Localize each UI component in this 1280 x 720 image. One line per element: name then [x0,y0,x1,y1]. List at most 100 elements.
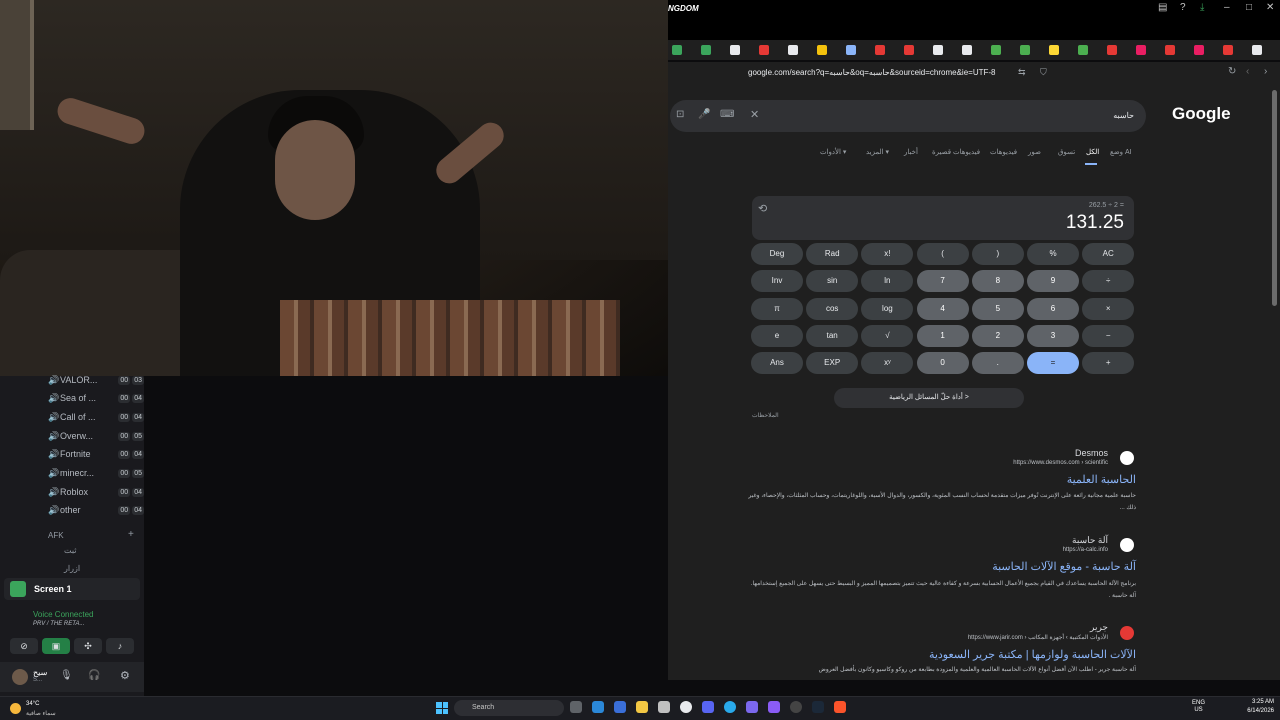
voice-channel[interactable]: 🔊 Roblox 00 04 [48,484,144,500]
voice-channel[interactable]: 🔊 Fortnite 00 04 [48,446,144,462]
calc-key[interactable]: . [971,352,1024,375]
bookmark-favicon-icon[interactable] [1136,45,1146,55]
voice-channel[interactable]: 🔊 minecr... 00 05 [48,465,144,481]
calc-key[interactable]: AC [1082,243,1135,265]
copilot-icon[interactable] [614,701,626,713]
task-view-icon[interactable] [570,701,582,713]
widgets-icon[interactable] [592,701,604,713]
bookmark-favicon-icon[interactable] [904,45,914,55]
voice-channel[interactable]: 🔊 other 00 04 [48,502,144,518]
bookmark-favicon-icon[interactable] [1194,45,1204,55]
tab-more[interactable]: المزيد ▾ [866,148,889,156]
help-icon[interactable]: ? [1180,2,1186,13]
calc-key[interactable]: + [1082,352,1135,375]
scrollbar[interactable] [1272,90,1277,306]
calc-key[interactable]: 7 [916,270,969,293]
calc-key[interactable]: cos [806,297,859,320]
tab-tools[interactable]: الأدوات ▾ [820,148,846,156]
telegram-icon[interactable] [724,701,736,713]
maximize-icon[interactable]: □ [1246,2,1252,13]
calc-key[interactable]: Deg [751,243,803,265]
search-query[interactable]: حاسبه [1113,111,1134,120]
voice-channel[interactable]: 🔊 Overw... 00 05 [48,428,144,444]
activities-button[interactable]: ✣ [74,638,102,654]
category-label[interactable]: AFK [48,531,64,540]
windows-start-icon[interactable] [436,702,448,714]
voice-channel[interactable]: 🔊 VALOR... 00 03 [48,372,144,388]
bookmark-favicon-icon[interactable] [962,45,972,55]
gem-icon[interactable] [768,701,780,713]
bookmark-favicon-icon[interactable] [759,45,769,55]
microphone-icon[interactable]: 🎙 [60,670,73,681]
headphones-icon[interactable]: 🎧 [88,670,100,681]
calc-key[interactable]: 0 [916,352,969,375]
bookmark-favicon-icon[interactable] [1107,45,1117,55]
tab-search-icon[interactable]: ▤ [1158,2,1167,13]
calc-key[interactable]: √ [861,324,914,347]
sub-channel[interactable]: ثبت [64,546,77,555]
settings-icon[interactable] [790,701,802,713]
calc-key[interactable]: − [1082,324,1135,347]
brave-icon[interactable] [834,701,846,713]
steam-icon[interactable] [812,701,824,713]
forward-icon[interactable]: › [1264,66,1267,77]
notepad-icon[interactable] [658,701,670,713]
calc-key[interactable]: = [1027,352,1079,375]
tab-images[interactable]: صور [1028,148,1041,156]
soundboard-button[interactable]: ♪ [106,638,134,654]
tab-ai-mode[interactable]: وضع AI [1110,148,1132,156]
bookmark-favicon-icon[interactable] [672,45,682,55]
bookmark-favicon-icon[interactable] [817,45,827,55]
taskbar-search[interactable]: Search [454,700,564,716]
calc-key[interactable]: % [1027,243,1079,265]
result-title[interactable]: آلة حاسبة - موقع الآلات الحاسبة [992,560,1136,573]
keyboard-icon[interactable]: ⌨ [720,109,734,120]
tab-videos[interactable]: فيديوهات [990,148,1017,156]
bookmark-favicon-icon[interactable] [701,45,711,55]
file-explorer-icon[interactable] [636,701,648,713]
calc-key[interactable]: x! [861,243,914,265]
calc-key[interactable]: ln [861,270,914,293]
bookmark-favicon-icon[interactable] [1049,45,1059,55]
math-solver-button[interactable]: أداة حلّ المسائل الرياضية > [834,388,1024,408]
screen-share-button[interactable]: ▣ [42,638,70,654]
calc-key[interactable]: e [751,324,803,347]
bookmark-favicon-icon[interactable] [1078,45,1088,55]
calc-key[interactable]: ÷ [1082,270,1135,293]
bookmark-favicon-icon[interactable] [1252,45,1262,55]
bookmark-favicon-icon[interactable] [846,45,856,55]
calc-key[interactable]: 3 [1027,324,1079,347]
screen-share-tile[interactable]: Screen 1 [4,578,140,600]
calc-key[interactable]: 1 [916,324,969,347]
bookmark-favicon-icon[interactable] [730,45,740,55]
bookmark-favicon-icon[interactable] [933,45,943,55]
calc-key[interactable]: Rad [806,243,859,265]
back-icon[interactable]: ‹ [1246,66,1249,77]
bookmark-favicon-icon[interactable] [1020,45,1030,55]
tab-shopping[interactable]: تسوق [1058,148,1075,156]
result-url[interactable]: https://www.desmos.com › scientific [1013,460,1108,466]
tab-short-videos[interactable]: فيديوهات قصيرة [932,148,980,156]
calc-key[interactable]: Inv [751,270,803,293]
calc-key[interactable]: log [861,297,914,320]
bookmark-icon[interactable]: ⛉ [1040,67,1047,78]
gear-icon[interactable]: ⚙ [120,669,130,682]
history-icon[interactable]: ⟲ [758,202,767,215]
search-box[interactable]: حاسبه ⊡ 🎤 ⌨ ✕ [670,100,1146,132]
result-site[interactable]: آلة حاسبة [1072,535,1108,546]
bookmark-favicon-icon[interactable] [1223,45,1233,55]
calc-key[interactable]: 6 [1027,297,1079,320]
camera-off-button[interactable]: ⊘ [10,638,38,654]
lens-icon[interactable]: ⊡ [676,109,684,120]
calc-key[interactable]: 9 [1027,270,1079,293]
add-channel-icon[interactable]: + [128,529,134,540]
download-icon[interactable]: ⤓ [1200,2,1204,13]
result-title[interactable]: الحاسبة العلمية [1067,473,1136,486]
google-logo[interactable]: Google [1172,104,1231,124]
tab-news[interactable]: أخبار [904,148,918,156]
minimize-icon[interactable]: – [1224,2,1230,13]
sub-channel[interactable]: ازرار [64,564,80,573]
voice-channel[interactable]: 🔊 Sea of ... 00 04 [48,390,144,406]
app-icon[interactable] [746,701,758,713]
address-bar[interactable]: google.com/search?q=حاسبه&oq=حاسبه&sourc… [668,62,1280,84]
